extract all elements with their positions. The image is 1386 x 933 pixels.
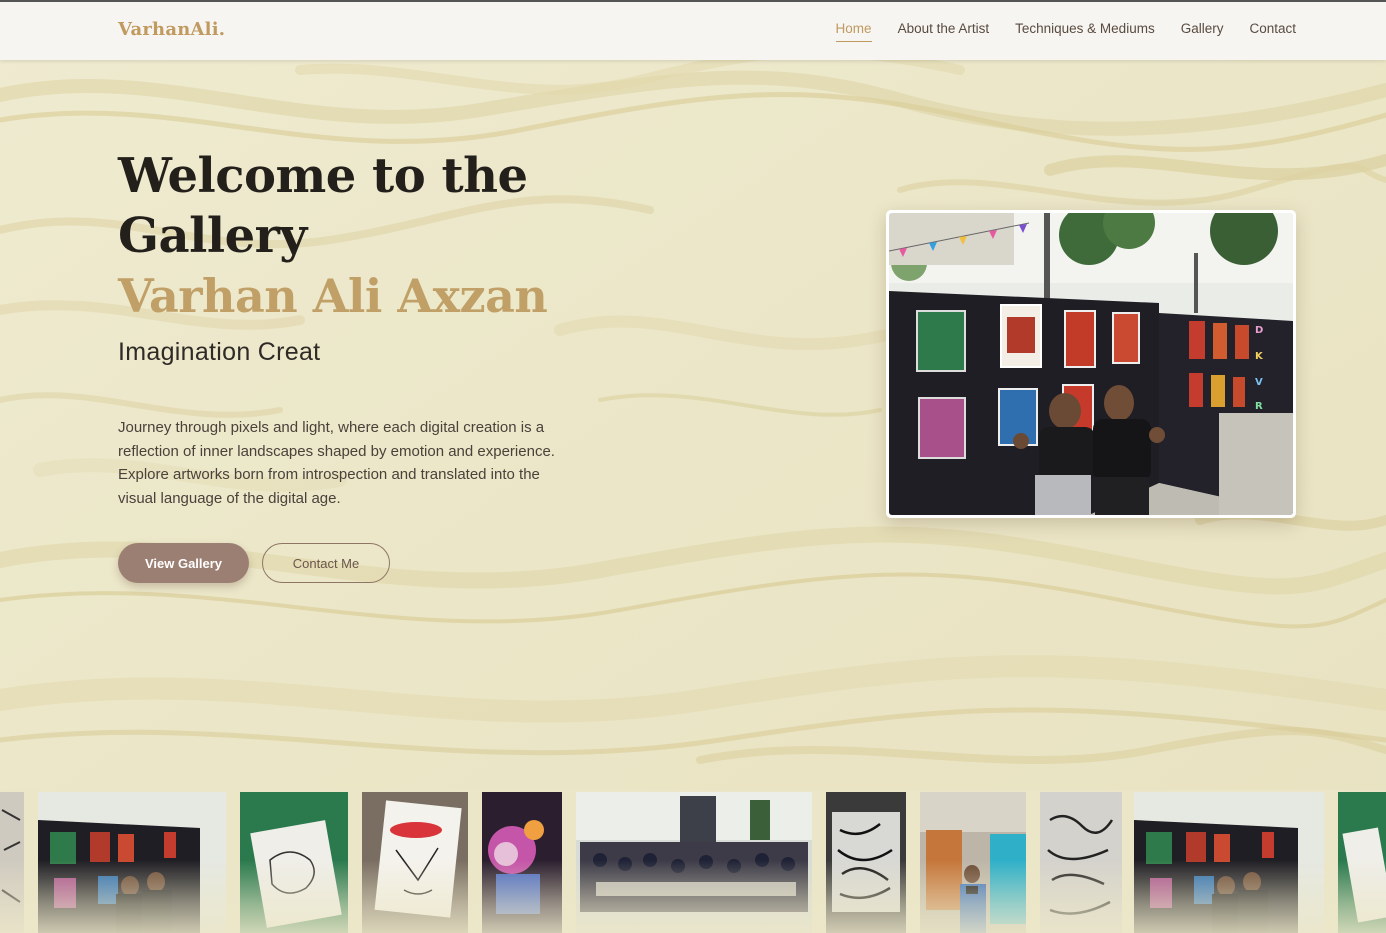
black-white-illustration-thumb[interactable]	[1040, 792, 1122, 933]
view-gallery-button[interactable]: View Gallery	[118, 543, 249, 583]
hero-title-line-1: Welcome to the	[118, 148, 528, 204]
gallery-strip	[0, 790, 1386, 933]
nav-about-the-artist[interactable]: About the Artist	[898, 21, 990, 40]
site-logo[interactable]: VarhanAli.	[118, 19, 225, 40]
psychedelic-painting-thumb[interactable]	[482, 792, 562, 933]
doodle-sketch-thumb[interactable]	[362, 792, 468, 933]
nav-gallery[interactable]: Gallery	[1181, 21, 1224, 40]
main-nav: Home About the Artist Techniques & Mediu…	[835, 21, 1296, 42]
hero-description: Journey through pixels and light, where …	[118, 419, 555, 507]
gallery-thumb-partial-right[interactable]	[1338, 792, 1386, 933]
artist-with-camera-thumb[interactable]	[920, 792, 1026, 933]
svg-text:K: K	[1255, 351, 1264, 362]
svg-text:V: V	[1255, 377, 1263, 388]
hero-title: Welcome to the Gallery	[118, 146, 528, 266]
window-top-border	[0, 0, 1386, 2]
hero-subtitle: Imagination Creat	[118, 338, 321, 366]
site-header: VarhanAli. Home About the Artist Techniq…	[0, 2, 1386, 60]
nav-home[interactable]: Home	[835, 21, 872, 42]
gallery-thumb-partial-left[interactable]	[0, 792, 24, 933]
nav-techniques-mediums[interactable]: Techniques & Mediums	[1015, 21, 1155, 40]
exhibition-booth-photo: D K V R	[889, 213, 1293, 515]
classroom-workshop-thumb[interactable]	[576, 792, 812, 933]
sketchbook-drawing-thumb[interactable]	[240, 792, 348, 933]
exhibition-booth-thumb[interactable]	[38, 792, 226, 933]
artist-name: Varhan Ali Axzan	[118, 269, 548, 323]
hero-title-line-2: Gallery	[118, 208, 307, 264]
nav-contact[interactable]: Contact	[1249, 21, 1296, 40]
ink-doodle-art-thumb[interactable]	[826, 792, 906, 933]
hero-photo-frame: D K V R	[886, 210, 1296, 518]
contact-me-button[interactable]: Contact Me	[262, 543, 390, 583]
svg-text:R: R	[1255, 401, 1263, 412]
exhibition-booth-thumb-repeat[interactable]	[1134, 792, 1324, 933]
svg-text:D: D	[1255, 325, 1263, 336]
